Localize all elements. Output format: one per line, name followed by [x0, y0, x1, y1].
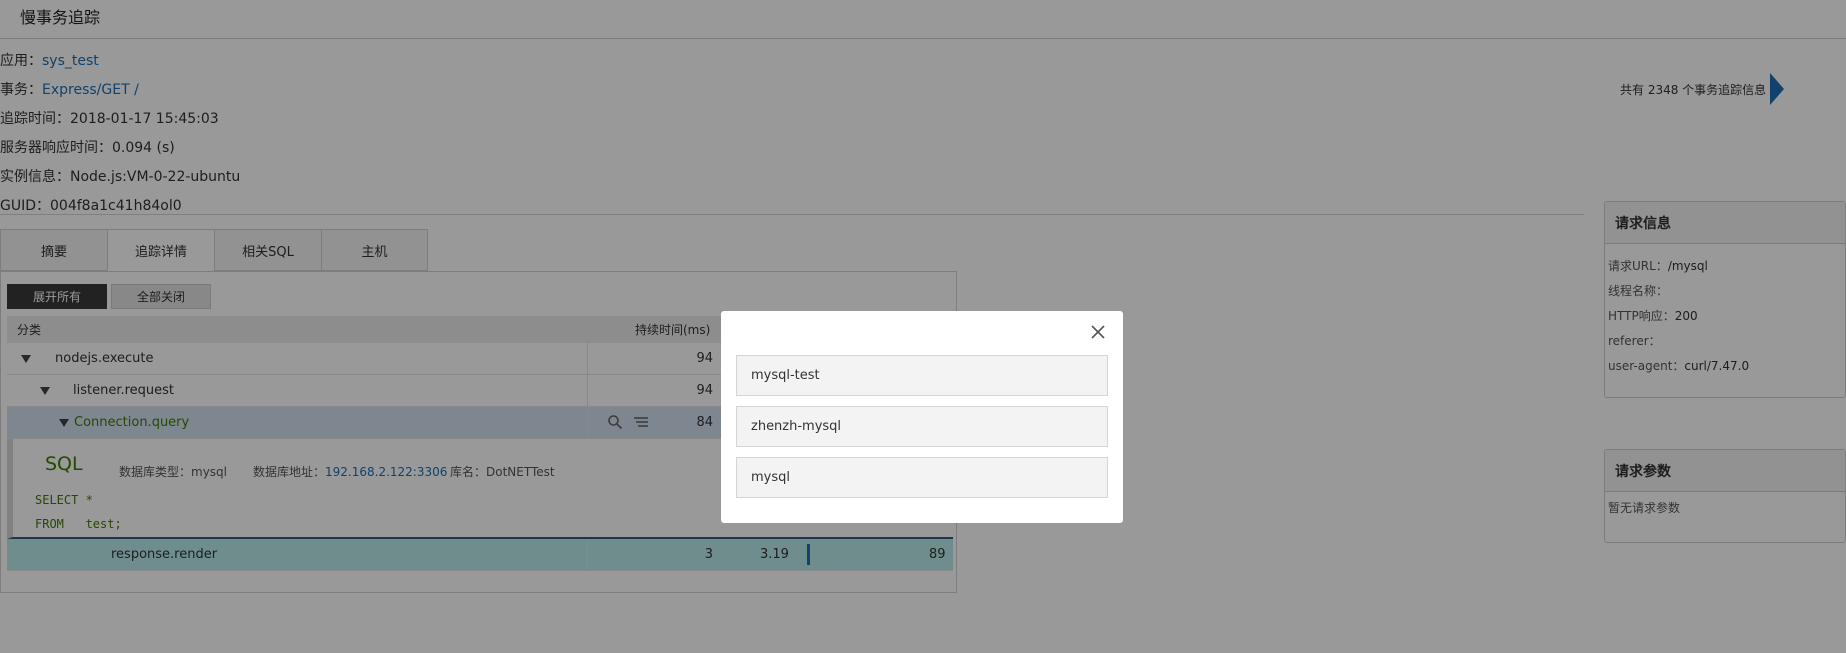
close-icon[interactable] — [1089, 323, 1107, 341]
database-option[interactable]: mysql — [736, 457, 1108, 498]
database-option[interactable]: mysql-test — [736, 355, 1108, 396]
database-select-modal: mysql-test zhenzh-mysql mysql — [721, 311, 1123, 523]
database-option[interactable]: zhenzh-mysql — [736, 406, 1108, 447]
slow-transaction-page: 慢事务追踪 应用：sys_test 事务：Express/GET / 追踪时间：… — [0, 0, 1846, 653]
